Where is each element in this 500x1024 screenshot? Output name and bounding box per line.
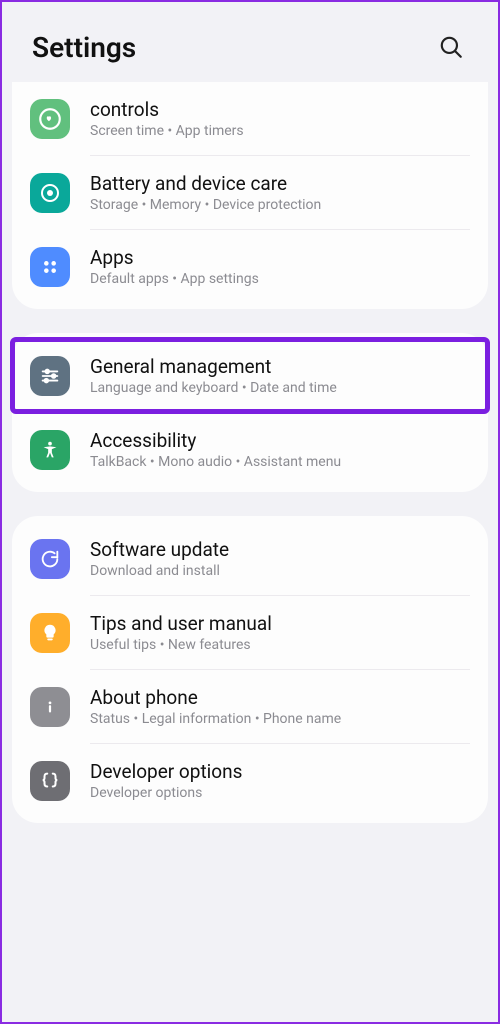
settings-item-texts: controls Screen time • App timers: [90, 98, 470, 139]
header: Settings: [2, 2, 498, 82]
settings-group: General management Language and keyboard…: [12, 333, 488, 492]
settings-item-about-phone[interactable]: About phone Status • Legal information •…: [12, 670, 488, 743]
settings-item-sub: Language and keyboard • Date and time: [90, 380, 470, 396]
settings-item-texts: Tips and user manual Useful tips • New f…: [90, 612, 470, 653]
settings-item-battery[interactable]: Battery and device care Storage • Memory…: [12, 156, 488, 229]
settings-item-developer-options[interactable]: Developer options Developer options: [12, 744, 488, 817]
braces-icon: [30, 761, 70, 801]
settings-item-sub: Status • Legal information • Phone name: [90, 711, 470, 727]
settings-item-sub: Useful tips • New features: [90, 637, 470, 653]
settings-item-texts: Apps Default apps • App settings: [90, 246, 470, 287]
settings-item-tips[interactable]: Tips and user manual Useful tips • New f…: [12, 596, 488, 669]
heart-shield-icon: [30, 99, 70, 139]
settings-item-title: Software update: [90, 538, 470, 561]
settings-item-title: About phone: [90, 686, 470, 709]
settings-item-texts: Software update Download and install: [90, 538, 470, 579]
settings-item-texts: General management Language and keyboard…: [90, 355, 470, 396]
settings-item-title: controls: [90, 98, 470, 121]
update-icon: [30, 539, 70, 579]
lightbulb-icon: [30, 613, 70, 653]
settings-group: controls Screen time • App timers Batter…: [12, 82, 488, 309]
settings-item-texts: Battery and device care Storage • Memory…: [90, 172, 470, 213]
accessibility-icon: [30, 430, 70, 470]
settings-item-title: Battery and device care: [90, 172, 470, 195]
settings-item-apps[interactable]: Apps Default apps • App settings: [12, 230, 488, 303]
settings-item-title: Developer options: [90, 760, 470, 783]
settings-item-sub: Developer options: [90, 785, 470, 801]
settings-item-texts: Developer options Developer options: [90, 760, 470, 801]
settings-item-sub: Default apps • App settings: [90, 271, 470, 287]
settings-item-texts: Accessibility TalkBack • Mono audio • As…: [90, 429, 470, 470]
settings-item-texts: About phone Status • Legal information •…: [90, 686, 470, 727]
settings-item-controls[interactable]: controls Screen time • App timers: [12, 82, 488, 155]
page-title: Settings: [32, 31, 136, 64]
settings-item-title: Accessibility: [90, 429, 470, 452]
settings-item-title: Tips and user manual: [90, 612, 470, 635]
device-care-icon: [30, 173, 70, 213]
search-button[interactable]: [434, 30, 468, 64]
settings-item-title: General management: [90, 355, 470, 378]
settings-item-sub: Storage • Memory • Device protection: [90, 197, 470, 213]
apps-icon: [30, 247, 70, 287]
settings-item-title: Apps: [90, 246, 470, 269]
settings-item-accessibility[interactable]: Accessibility TalkBack • Mono audio • As…: [12, 413, 488, 486]
settings-item-software-update[interactable]: Software update Download and install: [12, 522, 488, 595]
settings-item-sub: Download and install: [90, 563, 470, 579]
info-icon: [30, 687, 70, 727]
sliders-icon: [30, 356, 70, 396]
settings-item-general-management[interactable]: General management Language and keyboard…: [12, 339, 488, 412]
search-icon: [438, 34, 464, 60]
settings-group: Software update Download and install Tip…: [12, 516, 488, 823]
settings-item-sub: Screen time • App timers: [90, 123, 470, 139]
settings-item-sub: TalkBack • Mono audio • Assistant menu: [90, 454, 470, 470]
